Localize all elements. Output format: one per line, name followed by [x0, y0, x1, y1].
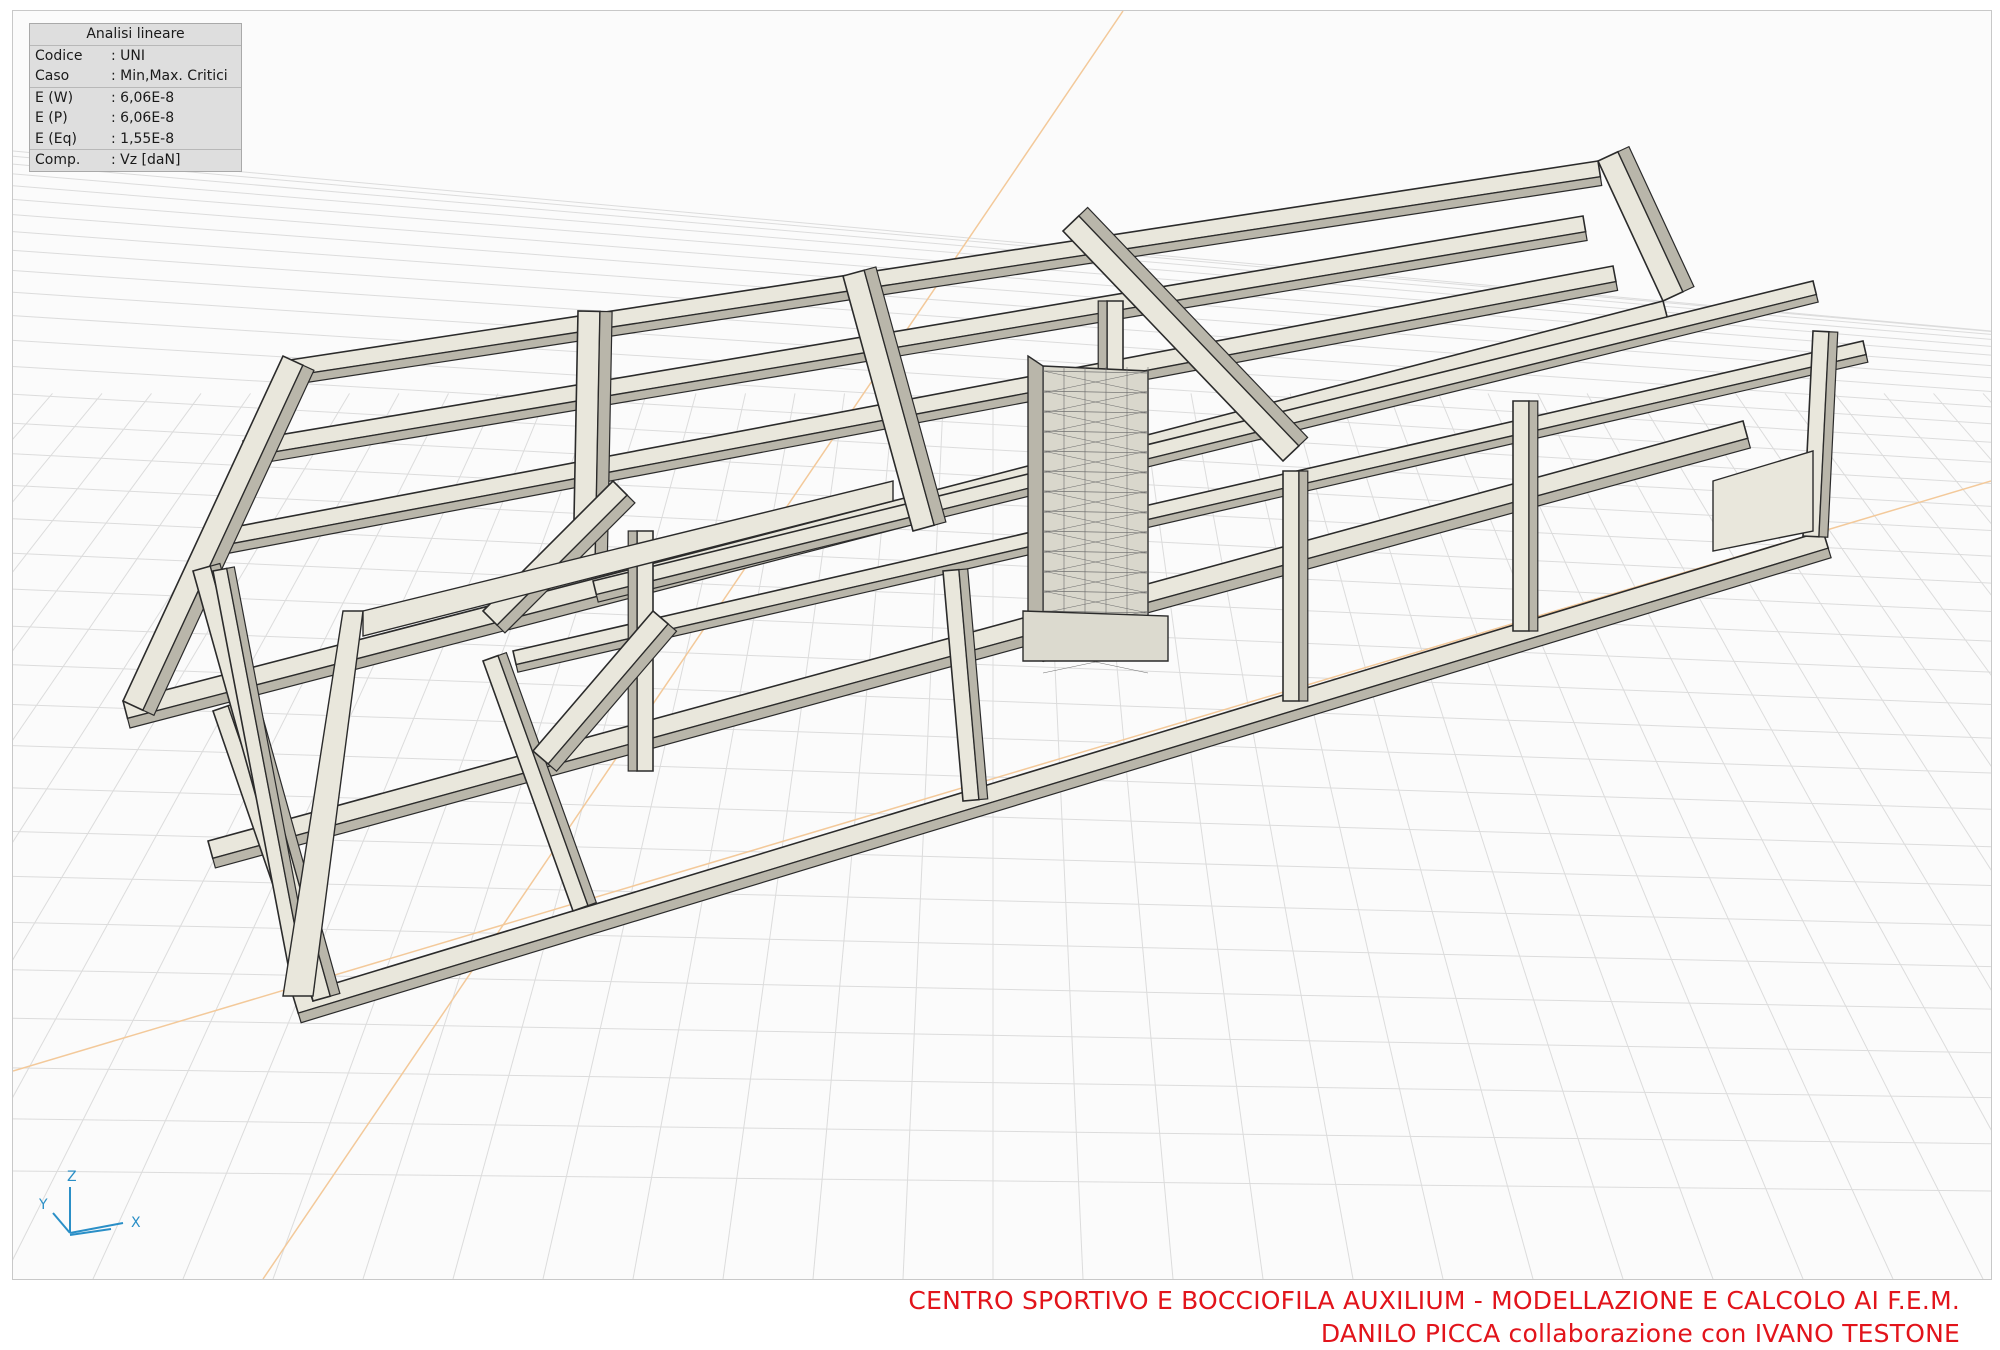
column-5-side	[1528, 400, 1539, 632]
grid-line	[1141, 393, 1264, 1279]
info-value: : 6,06E-8	[111, 110, 175, 126]
model-viewport[interactable]: Analisi lineare Codice : UNI Caso : Min,Ma…	[12, 10, 1992, 1280]
info-key: Codice	[35, 47, 83, 64]
grid-line	[13, 214, 1991, 367]
project-title: CENTRO SPORTIVO E BOCCIOFILA AUXILIUM - …	[908, 1286, 1960, 1315]
info-value: : Min,Max. Critici	[111, 68, 228, 84]
grid-line	[13, 1017, 1991, 1054]
grid-line	[13, 704, 1991, 774]
x-axis-label: X	[131, 1215, 141, 1231]
info-value: : 1,55E-8	[111, 130, 175, 147]
z-axis-label: Z	[67, 1169, 77, 1185]
analysis-info-panel: Analisi lineare Codice : UNI Caso : Min,Ma…	[29, 23, 242, 172]
info-row-eeq: E (Eq) : 1,55E-8	[30, 129, 241, 150]
info-row-comp: Comp. : Vz [daN]	[30, 149, 241, 171]
info-key: E (P)	[35, 110, 68, 126]
info-row-codice: Codice : UNI	[30, 46, 241, 67]
info-row-ep: E (P) : 6,06E-8	[30, 108, 241, 129]
info-value: : UNI	[111, 47, 146, 64]
grid-line	[13, 393, 152, 573]
project-caption: CENTRO SPORTIVO E BOCCIOFILA AUXILIUM - …	[908, 1284, 1960, 1350]
roof-purlin-1	[512, 340, 1868, 666]
grid-line	[1190, 393, 1354, 1279]
info-value: : 6,06E-8	[111, 89, 175, 106]
column-5	[1512, 400, 1530, 632]
y-axis-line	[52, 1212, 71, 1234]
column-4	[1282, 470, 1300, 702]
info-key: E (Eq)	[35, 130, 77, 147]
info-key: E (W)	[35, 89, 74, 106]
fem-model-scene[interactable]	[13, 11, 1991, 1279]
grid-line	[13, 393, 53, 440]
info-value: : Vz [daN]	[111, 152, 181, 168]
y-axis-label: Y	[38, 1197, 48, 1213]
project-authors: DANILO PICCA collaborazione con IVANO TE…	[1320, 1319, 1960, 1348]
grid-line	[1933, 393, 1991, 461]
grid-line	[13, 1067, 1991, 1099]
info-key: Caso	[35, 68, 70, 84]
roof-purlin-1-side	[515, 353, 1869, 673]
right-masonry-block	[1712, 450, 1814, 552]
analysis-title: Analisi lineare	[30, 24, 241, 46]
grid-line	[13, 1118, 1991, 1145]
shear-wall-footing	[1022, 610, 1169, 662]
grid-line	[13, 150, 1991, 332]
axis-triad-icon: Z X Y	[38, 1169, 141, 1236]
grid-line	[1982, 393, 1991, 403]
grid-line	[13, 1170, 1991, 1192]
grid-line	[1487, 393, 1894, 1279]
info-row-caso: Caso : Min,Max. Critici	[30, 66, 241, 87]
column-4-side	[1298, 470, 1309, 702]
grid-line	[13, 393, 103, 503]
info-row-ew: E (W) : 6,06E-8	[30, 86, 241, 109]
info-key: Comp.	[35, 152, 81, 168]
